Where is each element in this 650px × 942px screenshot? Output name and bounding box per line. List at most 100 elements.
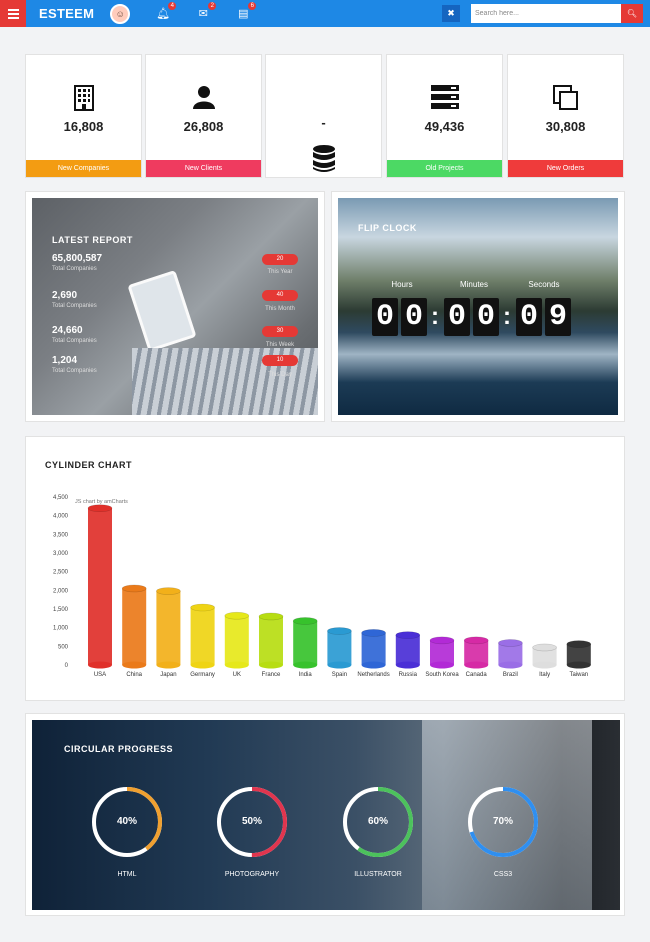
x-tick-label: UK — [233, 672, 241, 678]
ring-label: ILLUSTRATOR — [354, 871, 402, 878]
bar-base — [122, 661, 147, 669]
clock-digit: 0 — [473, 298, 499, 336]
stat-label[interactable]: New Companies — [26, 160, 141, 177]
search-icon: 🔍︎ — [626, 9, 638, 18]
x-tick-label: USA — [94, 672, 106, 678]
bar-base — [156, 661, 181, 669]
report-pill[interactable]: 30 — [262, 326, 298, 337]
database-icon — [266, 145, 381, 178]
copy-icon — [508, 85, 623, 110]
stat-card-data: - — [265, 54, 382, 178]
bar-base — [464, 661, 489, 669]
x-tick-label: Netherlands — [357, 672, 389, 678]
hours-label: Hours — [391, 280, 413, 289]
bar-base — [88, 661, 112, 669]
report-row: 1,204 Total Companies — [52, 355, 97, 374]
building-icon — [26, 85, 141, 111]
x-tick-label: China — [126, 672, 142, 678]
stat-value: 49,436 — [424, 119, 465, 134]
bar-cap — [292, 617, 318, 625]
stat-card-projects: 49,436 Old Projects — [386, 54, 503, 178]
bar — [259, 616, 283, 665]
search-input[interactable] — [471, 4, 621, 23]
bar — [224, 615, 249, 665]
bar — [361, 632, 386, 665]
tasks-badge: 6 — [248, 2, 257, 10]
bar-cap — [156, 587, 181, 595]
flip-clock-panel: FLIP CLOCK Hours Minutes Seconds 0 0 : 0… — [331, 191, 625, 422]
ring-percent: 70% — [492, 816, 513, 827]
bar-cap — [566, 640, 592, 648]
report-pill[interactable]: 10 — [262, 355, 298, 366]
clock-digit: 9 — [545, 298, 571, 336]
bar-base — [566, 661, 591, 669]
report-period: This Month — [265, 306, 295, 312]
bar-cap — [190, 603, 215, 612]
report-row: 65,800,587 Total Companies — [52, 253, 103, 272]
bar-base — [259, 661, 283, 669]
y-tick-label: 3,500 — [53, 532, 69, 538]
report-period: This Week — [265, 342, 295, 348]
bar — [88, 508, 112, 665]
bar-base — [395, 661, 420, 669]
envelope-icon: ✉ — [198, 8, 208, 20]
y-tick-label: 3,000 — [53, 551, 69, 557]
report-pill[interactable]: 20 — [262, 254, 298, 265]
bell-icon: 🔔︎ — [156, 8, 171, 20]
stat-label[interactable]: New Clients — [146, 160, 261, 177]
clock-digit: 0 — [372, 298, 398, 336]
clock-background: FLIP CLOCK Hours Minutes Seconds 0 0 : 0… — [338, 198, 618, 415]
menu-button[interactable] — [0, 0, 26, 27]
report-row: 24,660 Total Companies — [52, 325, 97, 344]
messages-badge: 2 — [208, 2, 217, 10]
notifications-badge: 4 — [168, 2, 177, 10]
close-search-button[interactable]: ✖ — [442, 5, 460, 22]
circular-progress-panel: CIRCULAR PROGRESS 40% 50% 60% 70% HTML P… — [25, 713, 625, 916]
ring-label: CSS3 — [493, 871, 513, 878]
bar-base — [190, 661, 215, 669]
x-tick-label: Brazil — [503, 672, 518, 678]
stat-value: 30,808 — [545, 119, 586, 134]
avatar[interactable]: ☺ — [110, 3, 131, 24]
bar-cap — [361, 629, 386, 637]
stat-label[interactable]: Old Projects — [387, 160, 502, 177]
x-tick-label: Germany — [190, 672, 215, 678]
stat-value: 16,808 — [63, 119, 104, 134]
messages-button[interactable]: ✉ 2 — [196, 2, 217, 20]
stat-label[interactable]: New Orders — [508, 160, 623, 177]
report-pill[interactable]: 40 — [262, 290, 298, 301]
y-tick-label: 2,000 — [53, 588, 69, 594]
y-tick-label: 500 — [58, 644, 69, 650]
bar-cap — [429, 636, 455, 645]
bar-base — [327, 661, 352, 669]
tasks-button[interactable]: ▤ 6 — [236, 2, 257, 20]
bar-cap — [395, 631, 421, 639]
top-navbar: ESTEEM ☺ 🔔︎ 4 ✉ 2 ▤ 6 ✖ 🔍︎ — [0, 0, 650, 27]
minutes-label: Minutes — [459, 280, 488, 289]
cylinder-chart: 0 500 1,000 1,500 2,000 2,500 3,000 3,500 4,000 4… — [53, 495, 592, 678]
bar-cap — [532, 643, 557, 652]
server-icon — [387, 85, 502, 109]
bar-base — [361, 661, 386, 669]
y-tick-label: 0 — [65, 663, 69, 669]
y-tick-label: 2,500 — [53, 570, 69, 576]
stat-card-clients: 26,808 New Clients — [145, 54, 262, 178]
x-tick-label: Russia — [399, 672, 418, 678]
report-title: LATEST REPORT — [52, 235, 133, 245]
bar-base — [532, 661, 557, 669]
bar-cap — [224, 611, 250, 620]
clock-colon: : — [503, 303, 511, 330]
search-button[interactable]: 🔍︎ — [621, 4, 643, 23]
x-tick-label: India — [299, 672, 313, 678]
report-period: This Day — [268, 372, 292, 378]
clock-digit: 0 — [516, 298, 542, 336]
x-tick-label: Japan — [160, 672, 176, 678]
bar-cap — [463, 636, 489, 645]
circular-background: CIRCULAR PROGRESS 40% 50% 60% 70% HTML P… — [32, 720, 620, 910]
bar-base — [293, 661, 318, 669]
brand-logo[interactable]: ESTEEM — [39, 6, 94, 21]
bar — [327, 631, 352, 665]
notifications-button[interactable]: 🔔︎ 4 — [156, 2, 177, 20]
bar — [190, 607, 215, 665]
y-tick-label: 1,500 — [53, 607, 69, 613]
